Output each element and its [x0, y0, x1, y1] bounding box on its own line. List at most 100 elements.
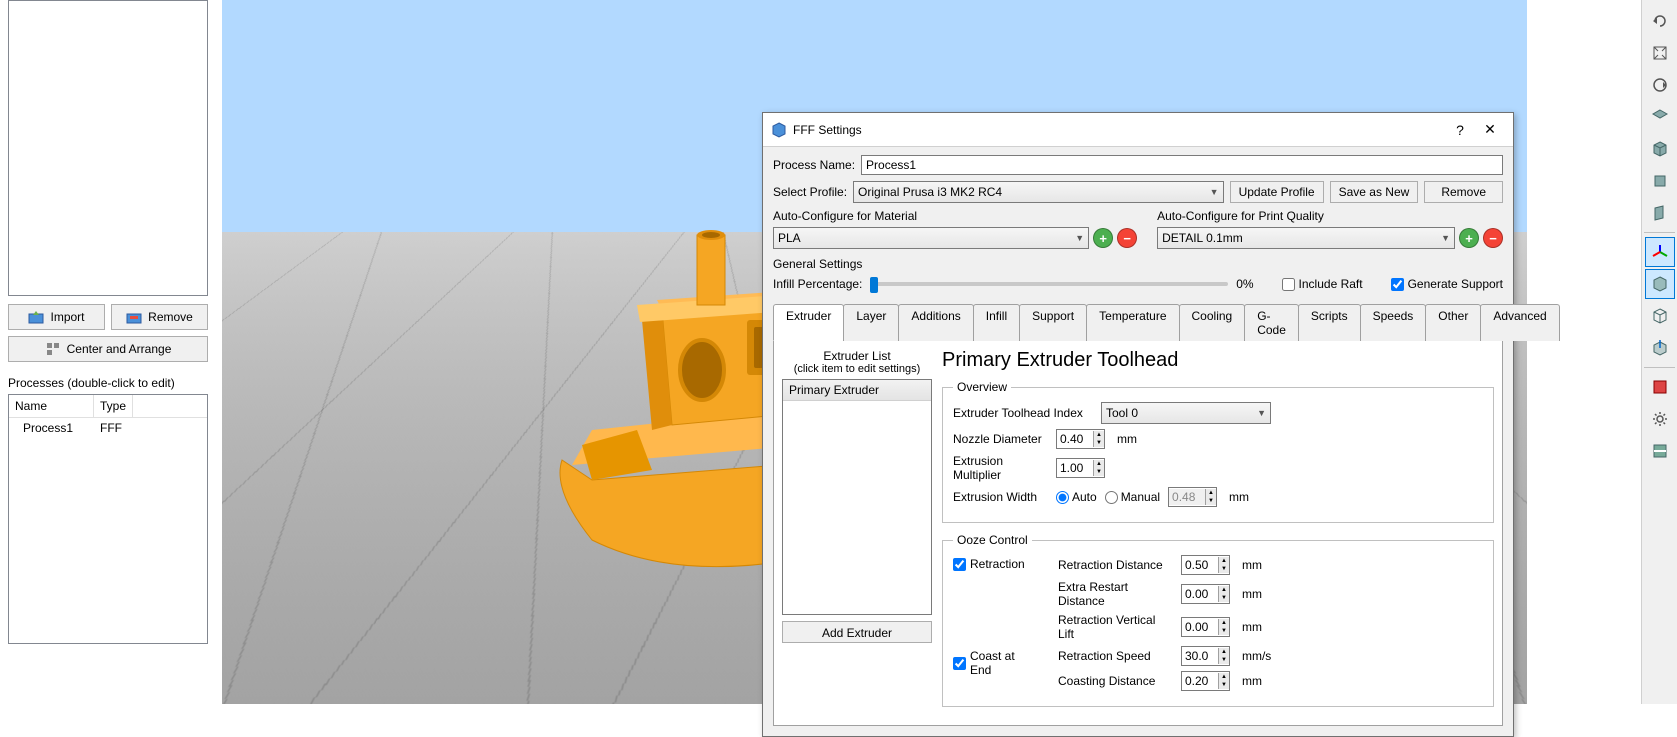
process-type-cell: FFF	[94, 418, 128, 438]
iso-view-button[interactable]	[1645, 134, 1675, 164]
remove-quality-button[interactable]: −	[1483, 228, 1503, 248]
material-combo[interactable]: PLA▼	[773, 227, 1089, 249]
extruder-list[interactable]: Primary Extruder	[782, 379, 932, 615]
add-quality-button[interactable]: +	[1459, 228, 1479, 248]
dialog-titlebar[interactable]: FFF Settings ? ✕	[763, 113, 1513, 147]
generate-support-checkbox[interactable]: Generate Support	[1391, 277, 1503, 291]
auto-quality-label: Auto-Configure for Print Quality	[1157, 209, 1503, 223]
save-as-new-button[interactable]: Save as New	[1330, 181, 1419, 203]
profile-combo[interactable]: Original Prusa i3 MK2 RC4▼	[853, 181, 1224, 203]
width-manual-radio[interactable]: Manual	[1105, 490, 1160, 504]
spin-down-icon[interactable]: ▼	[1094, 439, 1104, 447]
spin-up-icon[interactable]: ▲	[1094, 431, 1104, 439]
model-list[interactable]	[8, 0, 208, 296]
rotate-view-button[interactable]	[1645, 70, 1675, 100]
spin-up-icon[interactable]: ▲	[1219, 619, 1229, 627]
tab-temperature[interactable]: Temperature	[1086, 304, 1179, 341]
include-raft-checkbox[interactable]: Include Raft	[1282, 277, 1363, 291]
multiplier-spinner[interactable]: ▲▼	[1056, 458, 1105, 478]
tab-advanced[interactable]: Advanced	[1480, 304, 1559, 341]
remove-material-button[interactable]: −	[1117, 228, 1137, 248]
processes-heading: Processes (double-click to edit)	[8, 376, 208, 390]
general-settings-label: General Settings	[773, 257, 1503, 271]
arrange-icon	[45, 341, 61, 357]
fff-settings-dialog: FFF Settings ? ✕ Process Name: Select Pr…	[762, 112, 1514, 737]
rspeed-spinner[interactable]: ▲▼	[1181, 646, 1230, 666]
spin-down-icon[interactable]: ▼	[1219, 656, 1229, 664]
spin-up-icon[interactable]: ▲	[1219, 557, 1229, 565]
side-view-button[interactable]	[1645, 198, 1675, 228]
process-row[interactable]: Process1 FFF	[9, 418, 207, 438]
import-button[interactable]: Import	[8, 304, 105, 330]
quality-combo[interactable]: DETAIL 0.1mm▼	[1157, 227, 1455, 249]
undo-view-button[interactable]	[1645, 6, 1675, 36]
tab-layer[interactable]: Layer	[843, 304, 899, 341]
multiplier-input[interactable]	[1057, 460, 1093, 476]
expand-view-button[interactable]	[1645, 38, 1675, 68]
spin-down-icon[interactable]: ▼	[1219, 627, 1229, 635]
center-label: Center and Arrange	[67, 342, 172, 356]
tab-cooling[interactable]: Cooling	[1179, 304, 1246, 341]
nozzle-input[interactable]	[1057, 431, 1093, 447]
tab-support[interactable]: Support	[1019, 304, 1087, 341]
slider-thumb[interactable]	[870, 277, 878, 293]
infill-value: 0%	[1236, 277, 1253, 291]
coast-checkbox[interactable]: Coast at End	[953, 649, 1038, 677]
vlift-input[interactable]	[1182, 619, 1218, 635]
width-auto-radio[interactable]: Auto	[1056, 490, 1097, 504]
width-unit: mm	[1229, 490, 1249, 504]
spin-down-icon[interactable]: ▼	[1219, 594, 1229, 602]
remove-model-button[interactable]: Remove	[111, 304, 208, 330]
support-view-button[interactable]	[1645, 372, 1675, 402]
close-button[interactable]: ✕	[1475, 119, 1505, 140]
wireframe-button[interactable]	[1645, 301, 1675, 331]
toolhead-index-combo[interactable]: Tool 0▼	[1101, 402, 1271, 424]
update-profile-button[interactable]: Update Profile	[1230, 181, 1324, 203]
settings-button[interactable]	[1645, 404, 1675, 434]
toolhead-index-label: Extruder Toolhead Index	[953, 406, 1093, 420]
process-table[interactable]: Name Type Process1 FFF	[8, 394, 208, 644]
rspeed-input[interactable]	[1182, 648, 1218, 664]
axes-button[interactable]	[1645, 237, 1675, 267]
nozzle-spinner[interactable]: ▲▼	[1056, 429, 1105, 449]
coast-label: Coast at End	[970, 649, 1038, 677]
quality-value: DETAIL 0.1mm	[1162, 231, 1243, 245]
spin-up-icon[interactable]: ▲	[1219, 648, 1229, 656]
process-name-label: Process Name:	[773, 158, 855, 172]
add-extruder-button[interactable]: Add Extruder	[782, 621, 932, 643]
process-name-input[interactable]	[861, 155, 1503, 175]
spin-up-icon[interactable]: ▲	[1094, 460, 1104, 468]
vlift-spinner[interactable]: ▲▼	[1181, 617, 1230, 637]
section-button[interactable]	[1645, 436, 1675, 466]
coast-dist-spinner[interactable]: ▲▼	[1181, 671, 1230, 691]
center-arrange-button[interactable]: Center and Arrange	[8, 336, 208, 362]
tab-scripts[interactable]: Scripts	[1298, 304, 1361, 341]
front-view-button[interactable]	[1645, 166, 1675, 196]
infill-slider[interactable]	[870, 282, 1228, 286]
shaded-button[interactable]	[1645, 269, 1675, 299]
spin-down-icon[interactable]: ▼	[1219, 681, 1229, 689]
extra-restart-spinner[interactable]: ▲▼	[1181, 584, 1230, 604]
retr-dist-input[interactable]	[1182, 557, 1218, 573]
add-material-button[interactable]: +	[1093, 228, 1113, 248]
normals-button[interactable]	[1645, 333, 1675, 363]
tab-extruder[interactable]: Extruder	[773, 304, 844, 341]
extruder-item[interactable]: Primary Extruder	[783, 380, 931, 401]
top-view-button[interactable]	[1645, 102, 1675, 132]
spin-up-icon[interactable]: ▲	[1219, 586, 1229, 594]
ooze-group: Ooze Control Retraction Coast at End Ret…	[942, 533, 1494, 707]
tab-gcode[interactable]: G-Code	[1244, 304, 1299, 341]
help-button[interactable]: ?	[1445, 120, 1475, 140]
remove-profile-button[interactable]: Remove	[1424, 181, 1503, 203]
spin-down-icon[interactable]: ▼	[1219, 565, 1229, 573]
tab-additions[interactable]: Additions	[898, 304, 973, 341]
tab-speeds[interactable]: Speeds	[1360, 304, 1427, 341]
retr-dist-spinner[interactable]: ▲▼	[1181, 555, 1230, 575]
coast-dist-input[interactable]	[1182, 673, 1218, 689]
retraction-checkbox[interactable]: Retraction	[953, 557, 1038, 571]
extra-restart-input[interactable]	[1182, 586, 1218, 602]
spin-up-icon[interactable]: ▲	[1219, 673, 1229, 681]
spin-down-icon[interactable]: ▼	[1094, 468, 1104, 476]
tab-other[interactable]: Other	[1425, 304, 1481, 341]
tab-infill[interactable]: Infill	[973, 304, 1020, 341]
